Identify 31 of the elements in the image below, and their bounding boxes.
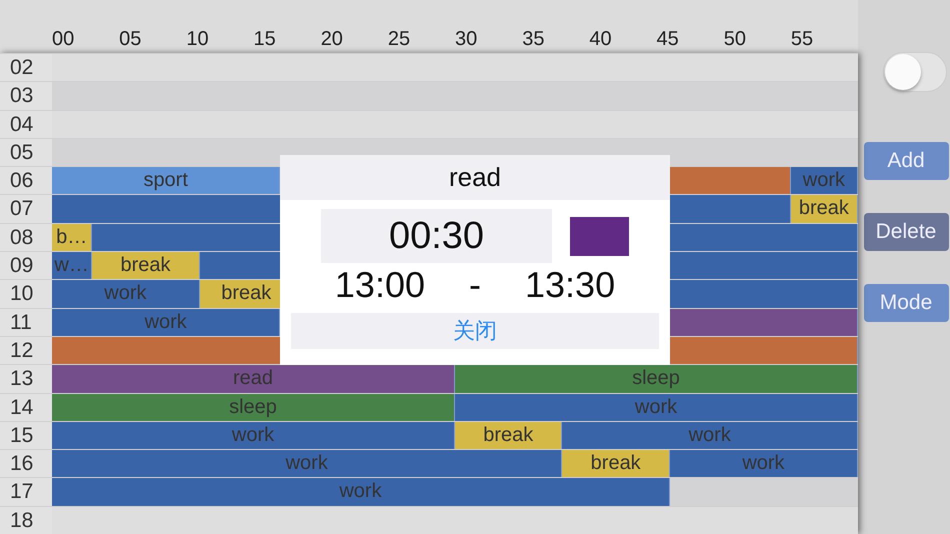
minute-label: 10 bbox=[186, 27, 210, 52]
time-separator: - bbox=[469, 265, 481, 305]
hour-label: 05 bbox=[0, 138, 52, 166]
minute-label: 15 bbox=[254, 27, 277, 52]
hour-label: 15 bbox=[0, 422, 52, 450]
hour-label: 09 bbox=[0, 252, 52, 280]
minute-label: 45 bbox=[656, 27, 680, 52]
hour-label: 07 bbox=[0, 195, 52, 223]
minute-label: 05 bbox=[119, 27, 142, 52]
hour-label: 08 bbox=[0, 224, 52, 252]
hour-label: 16 bbox=[0, 450, 52, 478]
hour-label: 14 bbox=[0, 394, 52, 421]
hour-label: 11 bbox=[0, 308, 52, 336]
minute-label: 50 bbox=[724, 27, 747, 52]
minute-label: 35 bbox=[522, 27, 546, 52]
hour-label: 03 bbox=[0, 82, 52, 110]
minute-label: 20 bbox=[320, 27, 344, 52]
minute-label: 00 bbox=[52, 27, 76, 52]
minute-label: 40 bbox=[589, 27, 613, 52]
minute-label: 25 bbox=[388, 27, 412, 52]
minute-label: 30 bbox=[455, 27, 478, 52]
hour-label: 13 bbox=[0, 365, 52, 393]
hour-label: 17 bbox=[0, 478, 52, 506]
minute-label: 55 bbox=[790, 27, 814, 52]
hour-label: 18 bbox=[0, 506, 52, 534]
hour-label: 04 bbox=[0, 110, 52, 138]
hour-label: 06 bbox=[0, 167, 52, 194]
hour-label: 02 bbox=[0, 54, 52, 82]
hour-label: 12 bbox=[0, 336, 52, 364]
hour-label: 10 bbox=[0, 280, 52, 308]
popup-title: read bbox=[448, 162, 502, 193]
